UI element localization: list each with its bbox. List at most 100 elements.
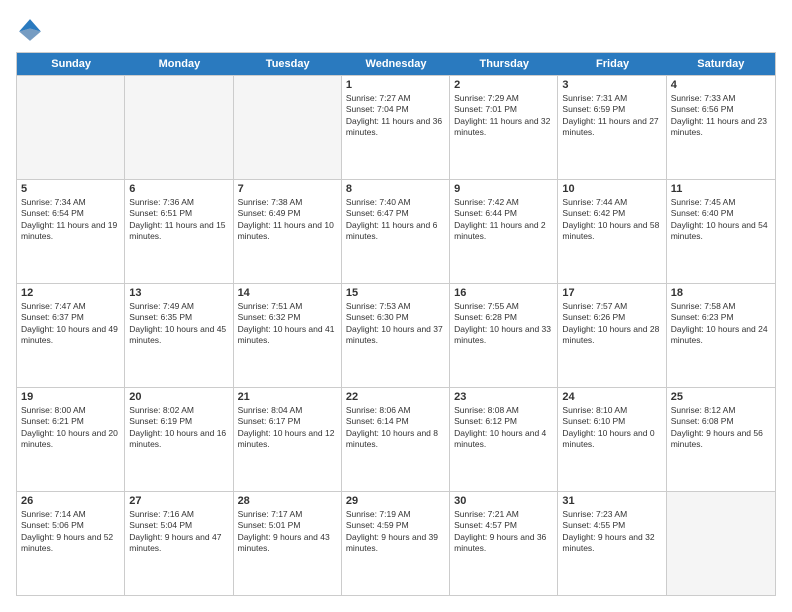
header-day-wednesday: Wednesday bbox=[342, 53, 450, 75]
day-number: 15 bbox=[346, 287, 445, 299]
calendar-row-3: 19 Sunrise: 8:00 AMSunset: 6:21 PMDayligh… bbox=[17, 387, 775, 491]
day-cell-20: 20 Sunrise: 8:02 AMSunset: 6:19 PMDayligh… bbox=[125, 388, 233, 491]
day-number: 25 bbox=[671, 391, 771, 403]
empty-cell bbox=[234, 76, 342, 179]
empty-cell bbox=[667, 492, 775, 595]
day-number: 8 bbox=[346, 183, 445, 195]
calendar: SundayMondayTuesdayWednesdayThursdayFrid… bbox=[16, 52, 776, 596]
day-info: Sunrise: 7:38 AMSunset: 6:49 PMDaylight:… bbox=[238, 197, 337, 243]
day-cell-30: 30Sunrise: 7:21 AMSunset: 4:57 PMDayligh… bbox=[450, 492, 558, 595]
day-cell-18: 18Sunrise: 7:58 AMSunset: 6:23 PMDayligh… bbox=[667, 284, 775, 387]
day-info: Sunrise: 7:44 AMSunset: 6:42 PMDaylight:… bbox=[562, 197, 661, 243]
day-cell-8: 8 Sunrise: 7:40 AMSunset: 6:47 PMDaylight… bbox=[342, 180, 450, 283]
day-cell-13: 13Sunrise: 7:49 AMSunset: 6:35 PMDayligh… bbox=[125, 284, 233, 387]
day-number: 26 bbox=[21, 495, 120, 507]
day-number: 10 bbox=[562, 183, 661, 195]
day-cell-26: 26Sunrise: 7:14 AMSunset: 5:06 PMDayligh… bbox=[17, 492, 125, 595]
day-cell-19: 19 Sunrise: 8:00 AMSunset: 6:21 PMDayligh… bbox=[17, 388, 125, 491]
day-info: Sunrise: 8:06 AMSunset: 6:14 PMDaylight:… bbox=[346, 405, 445, 451]
calendar-row-4: 26Sunrise: 7:14 AMSunset: 5:06 PMDayligh… bbox=[17, 491, 775, 595]
day-cell-31: 31Sunrise: 7:23 AMSunset: 4:55 PMDayligh… bbox=[558, 492, 666, 595]
calendar-row-1: 5Sunrise: 7:34 AMSunset: 6:54 PMDaylight… bbox=[17, 179, 775, 283]
day-info: Sunrise: 7:36 AMSunset: 6:51 PMDaylight:… bbox=[129, 197, 228, 243]
empty-cell bbox=[125, 76, 233, 179]
day-number: 13 bbox=[129, 287, 228, 299]
day-cell-2: 2 Sunrise: 7:29 AMSunset: 7:01 PMDaylight… bbox=[450, 76, 558, 179]
day-number: 11 bbox=[671, 183, 771, 195]
day-info: Sunrise: 7:42 AMSunset: 6:44 PMDaylight:… bbox=[454, 197, 553, 243]
day-info: Sunrise: 8:04 AMSunset: 6:17 PMDaylight:… bbox=[238, 405, 337, 451]
day-number: 22 bbox=[346, 391, 445, 403]
day-info: Sunrise: 8:08 AMSunset: 6:12 PMDaylight:… bbox=[454, 405, 553, 451]
day-info: Sunrise: 7:40 AMSunset: 6:47 PMDaylight:… bbox=[346, 197, 445, 243]
day-number: 6 bbox=[129, 183, 228, 195]
header-day-tuesday: Tuesday bbox=[234, 53, 342, 75]
day-number: 2 bbox=[454, 79, 553, 91]
day-cell-23: 23 Sunrise: 8:08 AMSunset: 6:12 PMDayligh… bbox=[450, 388, 558, 491]
day-number: 1 bbox=[346, 79, 445, 91]
header-day-friday: Friday bbox=[558, 53, 666, 75]
day-info: Sunrise: 7:51 AMSunset: 6:32 PMDaylight:… bbox=[238, 301, 337, 347]
day-cell-9: 9 Sunrise: 7:42 AMSunset: 6:44 PMDaylight… bbox=[450, 180, 558, 283]
day-number: 17 bbox=[562, 287, 661, 299]
day-cell-22: 22 Sunrise: 8:06 AMSunset: 6:14 PMDayligh… bbox=[342, 388, 450, 491]
day-number: 3 bbox=[562, 79, 661, 91]
day-info: Sunrise: 7:17 AMSunset: 5:01 PMDaylight:… bbox=[238, 509, 337, 555]
day-info: Sunrise: 7:33 AMSunset: 6:56 PMDaylight:… bbox=[671, 93, 771, 139]
day-cell-10: 10 Sunrise: 7:44 AMSunset: 6:42 PMDayligh… bbox=[558, 180, 666, 283]
header-day-monday: Monday bbox=[125, 53, 233, 75]
day-number: 4 bbox=[671, 79, 771, 91]
day-number: 21 bbox=[238, 391, 337, 403]
day-cell-17: 17Sunrise: 7:57 AMSunset: 6:26 PMDayligh… bbox=[558, 284, 666, 387]
day-cell-24: 24Sunrise: 8:10 AMSunset: 6:10 PMDayligh… bbox=[558, 388, 666, 491]
day-info: Sunrise: 7:21 AMSunset: 4:57 PMDaylight:… bbox=[454, 509, 553, 555]
day-cell-28: 28 Sunrise: 7:17 AMSunset: 5:01 PMDayligh… bbox=[234, 492, 342, 595]
day-cell-25: 25Sunrise: 8:12 AMSunset: 6:08 PMDayligh… bbox=[667, 388, 775, 491]
empty-cell bbox=[17, 76, 125, 179]
day-number: 5 bbox=[21, 183, 120, 195]
calendar-row-0: 1 Sunrise: 7:27 AMSunset: 7:04 PMDaylight… bbox=[17, 75, 775, 179]
day-number: 19 bbox=[21, 391, 120, 403]
day-cell-21: 21 Sunrise: 8:04 AMSunset: 6:17 PMDayligh… bbox=[234, 388, 342, 491]
day-cell-4: 4 Sunrise: 7:33 AMSunset: 6:56 PMDaylight… bbox=[667, 76, 775, 179]
day-number: 7 bbox=[238, 183, 337, 195]
header-day-saturday: Saturday bbox=[667, 53, 775, 75]
day-number: 23 bbox=[454, 391, 553, 403]
calendar-header: SundayMondayTuesdayWednesdayThursdayFrid… bbox=[17, 53, 775, 75]
day-number: 20 bbox=[129, 391, 228, 403]
day-info: Sunrise: 8:02 AMSunset: 6:19 PMDaylight:… bbox=[129, 405, 228, 451]
day-number: 29 bbox=[346, 495, 445, 507]
day-info: Sunrise: 7:47 AMSunset: 6:37 PMDaylight:… bbox=[21, 301, 120, 347]
header-day-thursday: Thursday bbox=[450, 53, 558, 75]
day-cell-29: 29 Sunrise: 7:19 AMSunset: 4:59 PMDayligh… bbox=[342, 492, 450, 595]
day-info: Sunrise: 8:00 AMSunset: 6:21 PMDaylight:… bbox=[21, 405, 120, 451]
day-cell-11: 11 Sunrise: 7:45 AMSunset: 6:40 PMDayligh… bbox=[667, 180, 775, 283]
day-cell-7: 7 Sunrise: 7:38 AMSunset: 6:49 PMDaylight… bbox=[234, 180, 342, 283]
header bbox=[16, 16, 776, 44]
day-number: 9 bbox=[454, 183, 553, 195]
calendar-body: 1 Sunrise: 7:27 AMSunset: 7:04 PMDaylight… bbox=[17, 75, 775, 595]
day-info: Sunrise: 7:55 AMSunset: 6:28 PMDaylight:… bbox=[454, 301, 553, 347]
day-number: 18 bbox=[671, 287, 771, 299]
logo-icon bbox=[16, 16, 44, 44]
day-cell-14: 14 Sunrise: 7:51 AMSunset: 6:32 PMDayligh… bbox=[234, 284, 342, 387]
day-cell-16: 16 Sunrise: 7:55 AMSunset: 6:28 PMDayligh… bbox=[450, 284, 558, 387]
day-info: Sunrise: 7:16 AMSunset: 5:04 PMDaylight:… bbox=[129, 509, 228, 555]
day-number: 28 bbox=[238, 495, 337, 507]
day-info: Sunrise: 7:29 AMSunset: 7:01 PMDaylight:… bbox=[454, 93, 553, 139]
day-number: 16 bbox=[454, 287, 553, 299]
day-cell-5: 5Sunrise: 7:34 AMSunset: 6:54 PMDaylight… bbox=[17, 180, 125, 283]
day-info: Sunrise: 7:53 AMSunset: 6:30 PMDaylight:… bbox=[346, 301, 445, 347]
page: SundayMondayTuesdayWednesdayThursdayFrid… bbox=[0, 0, 792, 612]
day-cell-6: 6 Sunrise: 7:36 AMSunset: 6:51 PMDaylight… bbox=[125, 180, 233, 283]
day-cell-1: 1 Sunrise: 7:27 AMSunset: 7:04 PMDaylight… bbox=[342, 76, 450, 179]
day-info: Sunrise: 7:27 AMSunset: 7:04 PMDaylight:… bbox=[346, 93, 445, 139]
day-number: 14 bbox=[238, 287, 337, 299]
day-cell-15: 15 Sunrise: 7:53 AMSunset: 6:30 PMDayligh… bbox=[342, 284, 450, 387]
day-number: 31 bbox=[562, 495, 661, 507]
day-cell-12: 12Sunrise: 7:47 AMSunset: 6:37 PMDayligh… bbox=[17, 284, 125, 387]
day-cell-27: 27Sunrise: 7:16 AMSunset: 5:04 PMDayligh… bbox=[125, 492, 233, 595]
calendar-row-2: 12Sunrise: 7:47 AMSunset: 6:37 PMDayligh… bbox=[17, 283, 775, 387]
day-info: Sunrise: 7:19 AMSunset: 4:59 PMDaylight:… bbox=[346, 509, 445, 555]
day-info: Sunrise: 7:45 AMSunset: 6:40 PMDaylight:… bbox=[671, 197, 771, 243]
